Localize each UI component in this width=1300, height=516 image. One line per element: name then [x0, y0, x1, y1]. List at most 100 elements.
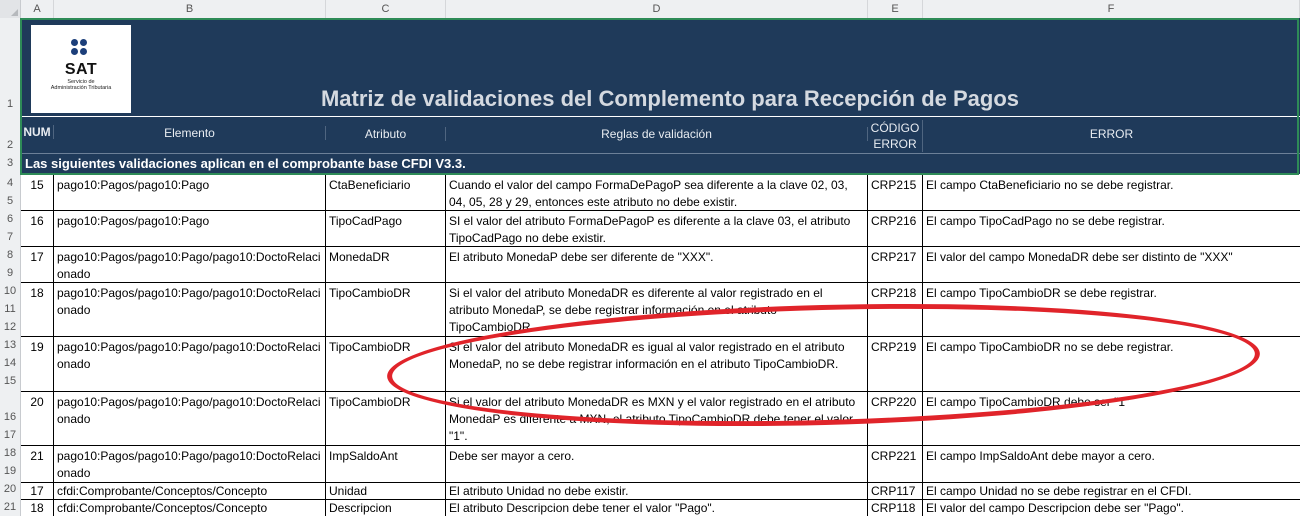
table-row[interactable]: 20 pago10:Pagos/pago10:Pago/pago10:Docto… [21, 392, 1300, 446]
cell-atributo[interactable]: Unidad [326, 483, 446, 499]
cell-error[interactable]: El campo Unidad no se debe registrar en … [923, 483, 1300, 499]
column-header-f[interactable]: F [923, 0, 1300, 18]
row-header[interactable]: 7 [0, 231, 20, 243]
select-all-corner[interactable] [0, 0, 21, 18]
column-header-b[interactable]: B [54, 0, 326, 18]
cell-regla[interactable]: SI el valor del atributo FormaDePagoP es… [446, 211, 868, 246]
cell-elemento[interactable]: cfdi:Comprobante/Conceptos/Concepto [54, 500, 326, 516]
cell-elemento[interactable]: pago10:Pagos/pago10:Pago/pago10:DoctoRel… [54, 446, 326, 482]
cell-codigo[interactable]: CRP220 [868, 392, 923, 445]
cell-elemento[interactable]: pago10:Pagos/pago10:Pago [54, 211, 326, 246]
table-row[interactable]: 21 pago10:Pagos/pago10:Pago/pago10:Docto… [21, 446, 1300, 483]
cell-codigo[interactable]: CRP218 [868, 283, 923, 336]
table-row[interactable]: 19 pago10:Pagos/pago10:Pago/pago10:Docto… [21, 337, 1300, 392]
cell-atributo[interactable]: TipoCambioDR [326, 337, 446, 391]
cell-error[interactable]: El campo TipoCadPago no se debe registra… [923, 211, 1300, 246]
row-header[interactable]: 11 [0, 303, 20, 315]
row-header[interactable]: 5 [0, 195, 20, 207]
row-header[interactable]: 2 [0, 139, 20, 151]
header-atributo[interactable]: Atributo [326, 127, 446, 141]
cell-elemento[interactable]: pago10:Pagos/pago10:Pago/pago10:DoctoRel… [54, 392, 326, 445]
row-header[interactable]: 18 [0, 447, 20, 459]
cell-codigo[interactable]: CRP219 [868, 337, 923, 391]
cell-atributo[interactable]: TipoCambioDR [326, 392, 446, 445]
table-row[interactable]: 17 cfdi:Comprobante/Conceptos/Concepto U… [21, 483, 1300, 500]
row-header[interactable]: 8 [0, 249, 20, 261]
cell-atributo[interactable]: Descripcion [326, 500, 446, 516]
row-header[interactable]: 9 [0, 267, 20, 279]
cell-elemento[interactable]: pago10:Pagos/pago10:Pago/pago10:DoctoRel… [54, 337, 326, 391]
cell-regla[interactable]: El atributo MonedaP debe ser diferente d… [446, 247, 868, 282]
cell-num[interactable]: 19 [21, 337, 54, 391]
cell-codigo[interactable]: CRP215 [868, 175, 923, 210]
header-codigo-error[interactable]: CÓDIGO ERROR [868, 120, 923, 152]
column-header-e[interactable]: E [868, 0, 923, 18]
cell-error[interactable]: El valor del campo MonedaDR debe ser dis… [923, 247, 1300, 282]
cell-error[interactable]: El campo TipoCambioDR debe ser "1" [923, 392, 1300, 445]
cell-error[interactable]: El valor del campo Descripcion debe ser … [923, 500, 1300, 516]
row-header[interactable]: 4 [0, 177, 20, 189]
cell-atributo[interactable]: ImpSaldoAnt [326, 446, 446, 482]
cell-num[interactable]: 16 [21, 211, 54, 246]
cell-elemento[interactable]: pago10:Pagos/pago10:Pago/pago10:DoctoRel… [54, 283, 326, 336]
cell-error[interactable]: El campo TipoCambioDR no se debe registr… [923, 337, 1300, 391]
cell-num[interactable]: 21 [21, 446, 54, 482]
page-title: Matriz de validaciones del Complemento p… [320, 86, 1020, 111]
row-header[interactable]: 20 [0, 483, 20, 495]
cell-regla[interactable]: Cuando el valor del campo FormaDePagoP s… [446, 175, 868, 210]
cell-codigo[interactable]: CRP217 [868, 247, 923, 282]
cell-regla[interactable]: Debe ser mayor a cero. [446, 446, 868, 482]
row-header[interactable]: 14 [0, 357, 20, 369]
row-header[interactable]: 6 [0, 213, 20, 225]
header-num[interactable]: NUM [21, 125, 54, 139]
cell-regla[interactable]: El atributo Unidad no debe existir. [446, 483, 868, 499]
row-header[interactable]: 15 [0, 375, 20, 387]
cell-num[interactable]: 18 [21, 500, 54, 516]
cell-regla[interactable]: Si el valor del atributo MonedaDR es MXN… [446, 392, 868, 445]
cell-atributo[interactable]: CtaBeneficiario [326, 175, 446, 210]
cell-atributo[interactable]: TipoCambioDR [326, 283, 446, 336]
cell-elemento[interactable]: cfdi:Comprobante/Conceptos/Concepto [54, 483, 326, 499]
cell-error[interactable]: El campo ImpSaldoAnt debe mayor a cero. [923, 446, 1300, 482]
cell-num[interactable]: 17 [21, 247, 54, 282]
row-header[interactable]: 10 [0, 285, 20, 297]
cell-error[interactable]: El campo TipoCambioDR se debe registrar. [923, 283, 1300, 336]
header-reglas[interactable]: Reglas de validación [446, 127, 868, 141]
cell-atributo[interactable]: MonedaDR [326, 247, 446, 282]
cell-codigo[interactable]: CRP118 [868, 500, 923, 516]
cell-num[interactable]: 20 [21, 392, 54, 445]
cell-regla[interactable]: El atributo Descripcion debe tener el va… [446, 500, 868, 516]
table-row[interactable]: 16 pago10:Pagos/pago10:Pago TipoCadPago … [21, 211, 1300, 247]
row-header[interactable]: 19 [0, 465, 20, 477]
table-row[interactable]: 15 pago10:Pagos/pago10:Pago CtaBeneficia… [21, 175, 1300, 211]
cell-num[interactable]: 18 [21, 283, 54, 336]
cell-regla[interactable]: Si el valor del atributo MonedaDR es igu… [446, 337, 868, 391]
spreadsheet-grid: A B C D E F 1 2 3 4 5 6 7 8 9 10 11 12 1… [0, 0, 1300, 516]
row-header[interactable]: 16 [0, 411, 20, 423]
cell-elemento[interactable]: pago10:Pagos/pago10:Pago [54, 175, 326, 210]
cell-codigo[interactable]: CRP221 [868, 446, 923, 482]
cell-error[interactable]: El campo CtaBeneficiario no se debe regi… [923, 175, 1300, 210]
cell-codigo[interactable]: CRP216 [868, 211, 923, 246]
row-header[interactable]: 1 [0, 98, 20, 110]
cell-num[interactable]: 17 [21, 483, 54, 499]
column-header-c[interactable]: C [326, 0, 446, 18]
cell-num[interactable]: 15 [21, 175, 54, 210]
row-header[interactable]: 3 [0, 157, 20, 169]
cell-regla[interactable]: Si el valor del atributo MonedaDR es dif… [446, 283, 868, 336]
cell-elemento[interactable]: pago10:Pagos/pago10:Pago/pago10:DoctoRel… [54, 247, 326, 282]
table-row[interactable]: 17 pago10:Pagos/pago10:Pago/pago10:Docto… [21, 247, 1300, 283]
row-header[interactable]: 17 [0, 429, 20, 441]
column-header-d[interactable]: D [446, 0, 868, 18]
row-header[interactable]: 13 [0, 339, 20, 351]
row-header[interactable]: 21 [0, 501, 20, 513]
cell-atributo[interactable]: TipoCadPago [326, 211, 446, 246]
row-header[interactable]: 12 [0, 321, 20, 333]
table-row[interactable]: 18 pago10:Pagos/pago10:Pago/pago10:Docto… [21, 283, 1300, 337]
header-error[interactable]: ERROR [923, 127, 1300, 141]
header-elemento[interactable]: Elemento [54, 126, 326, 140]
section-row[interactable]: Las siguientes validaciones aplican en e… [21, 153, 1300, 174]
column-header-a[interactable]: A [21, 0, 54, 18]
cell-codigo[interactable]: CRP117 [868, 483, 923, 499]
table-row[interactable]: 18 cfdi:Comprobante/Conceptos/Concepto D… [21, 500, 1300, 516]
